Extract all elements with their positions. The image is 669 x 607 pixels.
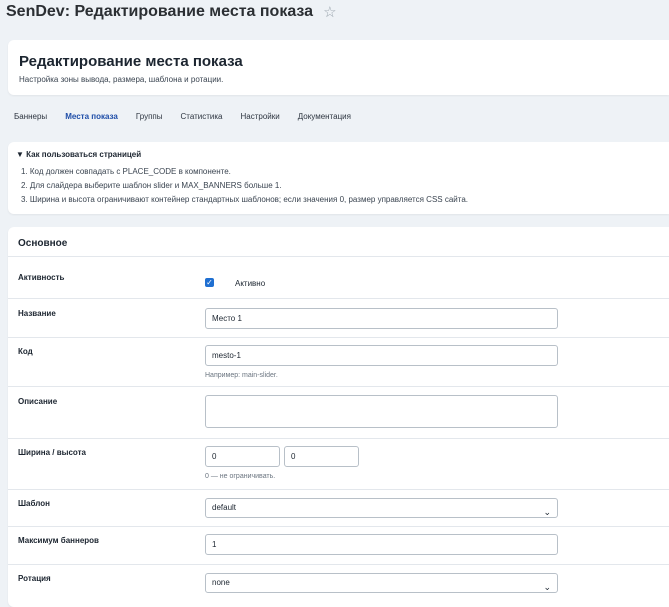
chevron-down-icon: ⌄ bbox=[543, 582, 551, 592]
max-banners-label: Максимум баннеров bbox=[18, 536, 99, 545]
name-input[interactable]: Место 1 bbox=[205, 308, 558, 329]
size-label: Ширина / высота bbox=[18, 448, 86, 457]
page-header: Редактирование места показа Настройка зо… bbox=[8, 40, 669, 95]
help-toggle[interactable]: ▼ Как пользоваться страницей bbox=[16, 150, 141, 159]
divider bbox=[8, 337, 669, 338]
divider bbox=[8, 386, 669, 387]
tab-bar: Баннеры Места показа Группы Статистика Н… bbox=[14, 112, 369, 121]
help-item-2: 2. Для слайдера выберите шаблон slider и… bbox=[21, 181, 282, 190]
divider bbox=[8, 564, 669, 565]
form-main: Основное Активность ✓ Активно Название М… bbox=[8, 227, 669, 607]
tab-places[interactable]: Места показа bbox=[65, 112, 118, 121]
rotation-label: Ротация bbox=[18, 574, 51, 583]
active-label: Активность bbox=[18, 273, 65, 282]
rotation-select[interactable]: none ⌄ bbox=[205, 573, 558, 593]
star-icon[interactable]: ☆ bbox=[323, 3, 336, 21]
divider bbox=[8, 489, 669, 490]
help-item-3: 3. Ширина и высота ограничивают контейне… bbox=[21, 195, 469, 204]
active-checkbox-label[interactable]: Активно bbox=[235, 279, 265, 288]
page-subtitle: Настройка зоны вывода, размера, шаблона … bbox=[19, 75, 224, 84]
size-hint: 0 — не ограничивать. bbox=[205, 473, 276, 480]
help-panel: ▼ Как пользоваться страницей 1. Код долж… bbox=[8, 142, 669, 214]
tab-banners[interactable]: Баннеры bbox=[14, 112, 47, 121]
code-label: Код bbox=[18, 347, 33, 356]
window-title: SenDev: Редактирование места показа ☆ bbox=[6, 3, 337, 21]
help-item-1: 1. Код должен совпадать с PLACE_CODE в к… bbox=[21, 167, 231, 176]
name-label: Название bbox=[18, 309, 56, 318]
code-input[interactable]: mesto-1 bbox=[205, 345, 558, 366]
width-input[interactable]: 0 bbox=[205, 446, 280, 467]
height-input[interactable]: 0 bbox=[284, 446, 359, 467]
tab-groups[interactable]: Группы bbox=[136, 112, 163, 121]
active-checkbox[interactable]: ✓ bbox=[205, 278, 214, 287]
template-select[interactable]: default ⌄ bbox=[205, 498, 558, 518]
rotation-select-value: none bbox=[212, 578, 230, 587]
tab-documentation[interactable]: Документация bbox=[298, 112, 351, 121]
description-textarea[interactable] bbox=[205, 395, 558, 428]
page-title: Редактирование места показа bbox=[19, 53, 243, 70]
tab-statistics[interactable]: Статистика bbox=[180, 112, 222, 121]
divider bbox=[8, 438, 669, 439]
code-hint: Например: main-slider. bbox=[205, 372, 278, 379]
max-banners-input[interactable]: 1 bbox=[205, 534, 558, 555]
chevron-down-icon: ⌄ bbox=[543, 507, 551, 517]
template-select-value: default bbox=[212, 503, 237, 512]
divider bbox=[8, 526, 669, 527]
divider bbox=[8, 256, 669, 257]
section-title: Основное bbox=[18, 238, 68, 249]
template-label: Шаблон bbox=[18, 499, 50, 508]
tab-settings[interactable]: Настройки bbox=[241, 112, 280, 121]
description-label: Описание bbox=[18, 397, 58, 406]
divider bbox=[8, 298, 669, 299]
window-title-text: SenDev: Редактирование места показа bbox=[6, 3, 314, 20]
